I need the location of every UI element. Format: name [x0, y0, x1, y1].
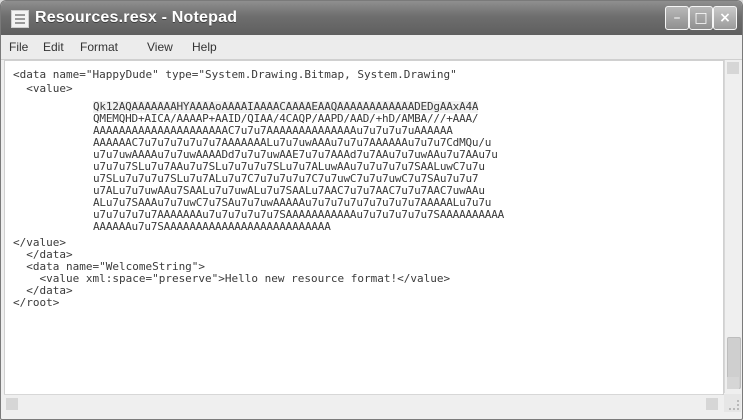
minimize-button[interactable]: – [665, 6, 689, 30]
horizontal-scrollbar[interactable] [4, 394, 722, 413]
text-editor[interactable]: <data name="HappyDude" type="System.Draw… [4, 60, 724, 395]
code-line-1: <data name="HappyDude" type="System.Draw… [13, 68, 457, 81]
code-line-root-close: </root> [13, 296, 60, 309]
vertical-scrollbar[interactable] [724, 60, 742, 393]
notepad-icon [11, 10, 29, 28]
menu-format[interactable]: Format [80, 40, 118, 54]
close-button[interactable]: × [713, 6, 737, 30]
scroll-right-arrow-icon[interactable] [706, 398, 718, 410]
maximize-button[interactable]: □ [689, 6, 713, 30]
base64-line-11: AAAAAAu7u7SAAAAAAAAAAAAAAAAAAAAAAAAAA [93, 220, 331, 233]
menu-help[interactable]: Help [192, 40, 217, 54]
window-title: Resources.resx - Notepad [35, 9, 238, 26]
title-bar[interactable]: Resources.resx - Notepad – □ × [1, 1, 742, 35]
scroll-left-arrow-icon[interactable] [6, 398, 18, 410]
notepad-window: Resources.resx - Notepad – □ × File Edit… [0, 0, 743, 420]
menu-edit[interactable]: Edit [43, 40, 64, 54]
code-line-value: <value xml:space="preserve">Hello new re… [13, 272, 451, 285]
scroll-up-arrow-icon[interactable] [727, 62, 739, 74]
menu-view[interactable]: View [147, 40, 173, 54]
code-line-2: <value> [13, 82, 73, 95]
menu-file[interactable]: File [9, 40, 28, 54]
menu-bar: File Edit Format View Help [1, 35, 742, 60]
resize-grip-icon[interactable] [724, 394, 741, 412]
scroll-down-arrow-icon[interactable] [727, 377, 739, 389]
